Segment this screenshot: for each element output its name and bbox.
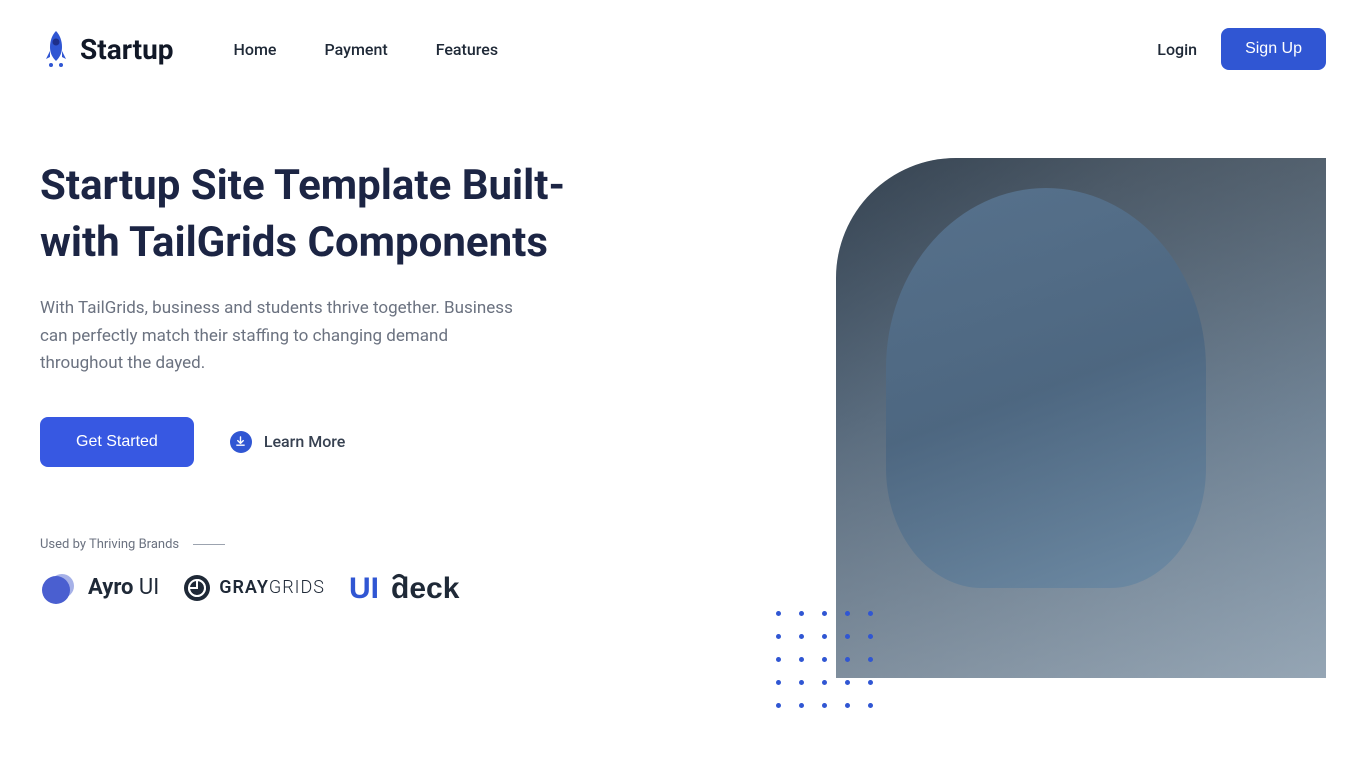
hero-image-area bbox=[640, 158, 1326, 678]
logo-text: Startup bbox=[80, 33, 174, 66]
nav-features[interactable]: Features bbox=[436, 40, 498, 59]
signup-button[interactable]: Sign Up bbox=[1221, 28, 1326, 70]
brand-logos: Ayro UI GRAYGRIDS UI deck bbox=[40, 568, 600, 608]
nav-home[interactable]: Home bbox=[234, 40, 277, 59]
logo[interactable]: Startup bbox=[40, 29, 174, 69]
brand-ayro: Ayro UI bbox=[40, 568, 159, 608]
login-link[interactable]: Login bbox=[1157, 40, 1197, 59]
hero-section: Startup Site Template Built-with TailGri… bbox=[40, 158, 1326, 678]
learn-more-link[interactable]: Learn More bbox=[230, 431, 346, 453]
hero-actions: Get Started Learn More bbox=[40, 417, 600, 467]
download-icon bbox=[230, 431, 252, 453]
ayro-text: Ayro UI bbox=[88, 575, 159, 600]
divider-line bbox=[193, 544, 225, 545]
used-by-label: Used by Thriving Brands bbox=[40, 537, 600, 552]
hero-description: With TailGrids, business and students th… bbox=[40, 295, 520, 377]
used-by-section: Used by Thriving Brands Ayro UI bbox=[40, 537, 600, 608]
hero-content: Startup Site Template Built-with TailGri… bbox=[40, 158, 600, 678]
dots-decoration bbox=[776, 611, 873, 708]
brand-uideck: UI deck bbox=[349, 568, 504, 608]
header-actions: Login Sign Up bbox=[1157, 28, 1326, 70]
hero-title: Startup Site Template Built-with TailGri… bbox=[40, 158, 600, 271]
learn-more-label: Learn More bbox=[264, 432, 346, 451]
rocket-icon bbox=[40, 29, 72, 69]
ayro-icon bbox=[40, 568, 80, 608]
get-started-button[interactable]: Get Started bbox=[40, 417, 194, 467]
uideck-logo: UI deck bbox=[349, 568, 504, 608]
svg-text:UI: UI bbox=[349, 572, 379, 605]
main-nav: Home Payment Features bbox=[234, 40, 499, 59]
hero-image bbox=[836, 158, 1326, 678]
brand-graygrids: GRAYGRIDS bbox=[183, 574, 325, 602]
graygrids-icon bbox=[183, 574, 211, 602]
nav-payment[interactable]: Payment bbox=[324, 40, 387, 59]
main-header: Startup Home Payment Features Login Sign… bbox=[40, 20, 1326, 78]
graygrids-text: GRAYGRIDS bbox=[219, 577, 325, 598]
